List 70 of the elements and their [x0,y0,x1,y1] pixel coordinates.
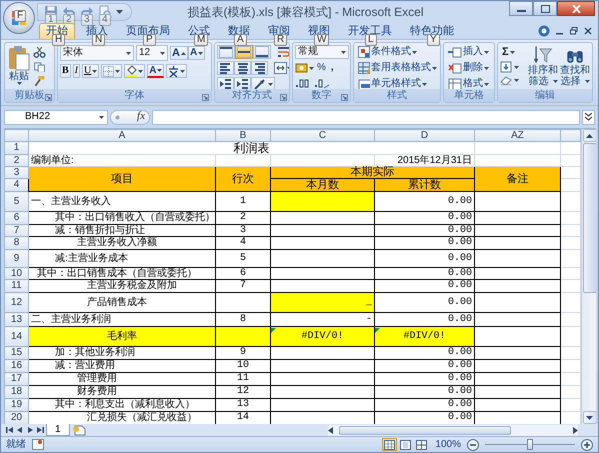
keytip-tooltip: 3 [81,14,93,26]
item-cell: 其中：出口销售收入（自营或委托） [28,212,216,224]
group-label: 数字 [312,90,332,102]
group-label: 字体 [124,90,144,102]
header-cell: 行次 [216,166,270,192]
zoom-level: 100% [435,438,461,450]
line-number-cell: 4 [216,236,270,250]
line-number-cell: 2 [216,212,270,224]
amount-cell: 0.00 [374,280,474,292]
amount-cell: 0.00 [374,236,474,250]
item-cell: 毛利率 [28,326,216,346]
line-number-cell: 11 [216,372,270,386]
item-cell: 减：销售折扣与折让 [28,224,216,236]
item-cell: 其中：出口销售成本（自营或委托） [28,268,216,280]
line-number-cell: 12 [216,386,270,398]
item-cell: 管理费用 [28,372,216,386]
keytip-tooltip: 4 [99,14,111,26]
amount-cell: 0.00 [374,192,474,212]
header-cell: 备注 [474,166,560,192]
amount-cell: 0.00 [374,268,474,280]
item-cell: 其中：利息支出（减利息收入） [28,398,216,412]
amount-cell: 0.00 [374,250,474,268]
window-title: 损益表(模板).xls [兼容模式] - Microsoft Excel [187,4,424,19]
group-label: 样式 [387,90,407,102]
line-number-cell: 13 [216,398,270,412]
amount-cell: 0.00 [374,292,474,312]
item-cell: 减：营业费用 [28,360,216,372]
amount-cell: 0.00 [374,224,474,236]
header-cell: 本月数 [270,178,374,192]
item-cell: 加：其他业务利润 [28,346,216,360]
keytip-tooltip: R [274,34,288,46]
item-cell: 财务费用 [28,386,216,398]
item-cell: 主营业务收入净额 [28,236,216,250]
keytip-tooltip: H [52,34,66,46]
keytip-tooltip: Y [427,34,440,46]
line-number-cell: 3 [216,224,270,236]
amount-cell: _ [270,292,374,312]
amount-cell: #DIV/0! [270,326,374,346]
amount-cell: 0.00 [374,372,474,386]
line-number-cell: 5 [216,250,270,268]
header-cell: 累计数 [374,178,474,192]
amount-cell: #DIV/0! [374,326,474,346]
header-cell: 本期实际 [270,166,474,178]
keytip-tooltip: N [92,34,106,46]
item-cell: 产品销售成本 [28,292,216,312]
keytip-tooltip: F [14,10,26,22]
line-number-cell: 10 [216,360,270,372]
item-cell: 主营业务税金及附加 [28,280,216,292]
keytip-tooltip: L [365,34,377,46]
line-number-cell: 6 [216,268,270,280]
line-number-cell: 7 [216,280,270,292]
group-label: 对齐方式 [232,90,272,102]
amount-cell: 0.00 [374,212,474,224]
item-cell: 减:主营业务成本 [28,250,216,268]
group-label: 剪贴板 [14,90,44,102]
amount-cell: 0.00 [374,398,474,412]
keytip-tooltip: W [314,34,330,46]
keytip-tooltip: M [194,34,208,46]
group-label: 单元格 [454,90,484,102]
status-text: 就绪 [6,438,26,450]
group-label: 编辑 [535,90,555,102]
amount-cell: 0.00 [374,386,474,398]
amount-cell: 0.00 [374,346,474,360]
keytip-tooltip: A [234,34,247,46]
line-number-cell: 9 [216,346,270,360]
item-cell: 一、主营业务收入 [28,192,216,212]
keytip-tooltip: P [143,34,156,46]
amount-cell: 0.00 [374,360,474,372]
sheet-title: 利润表 [234,141,270,155]
header-cell: 项目 [28,166,216,192]
